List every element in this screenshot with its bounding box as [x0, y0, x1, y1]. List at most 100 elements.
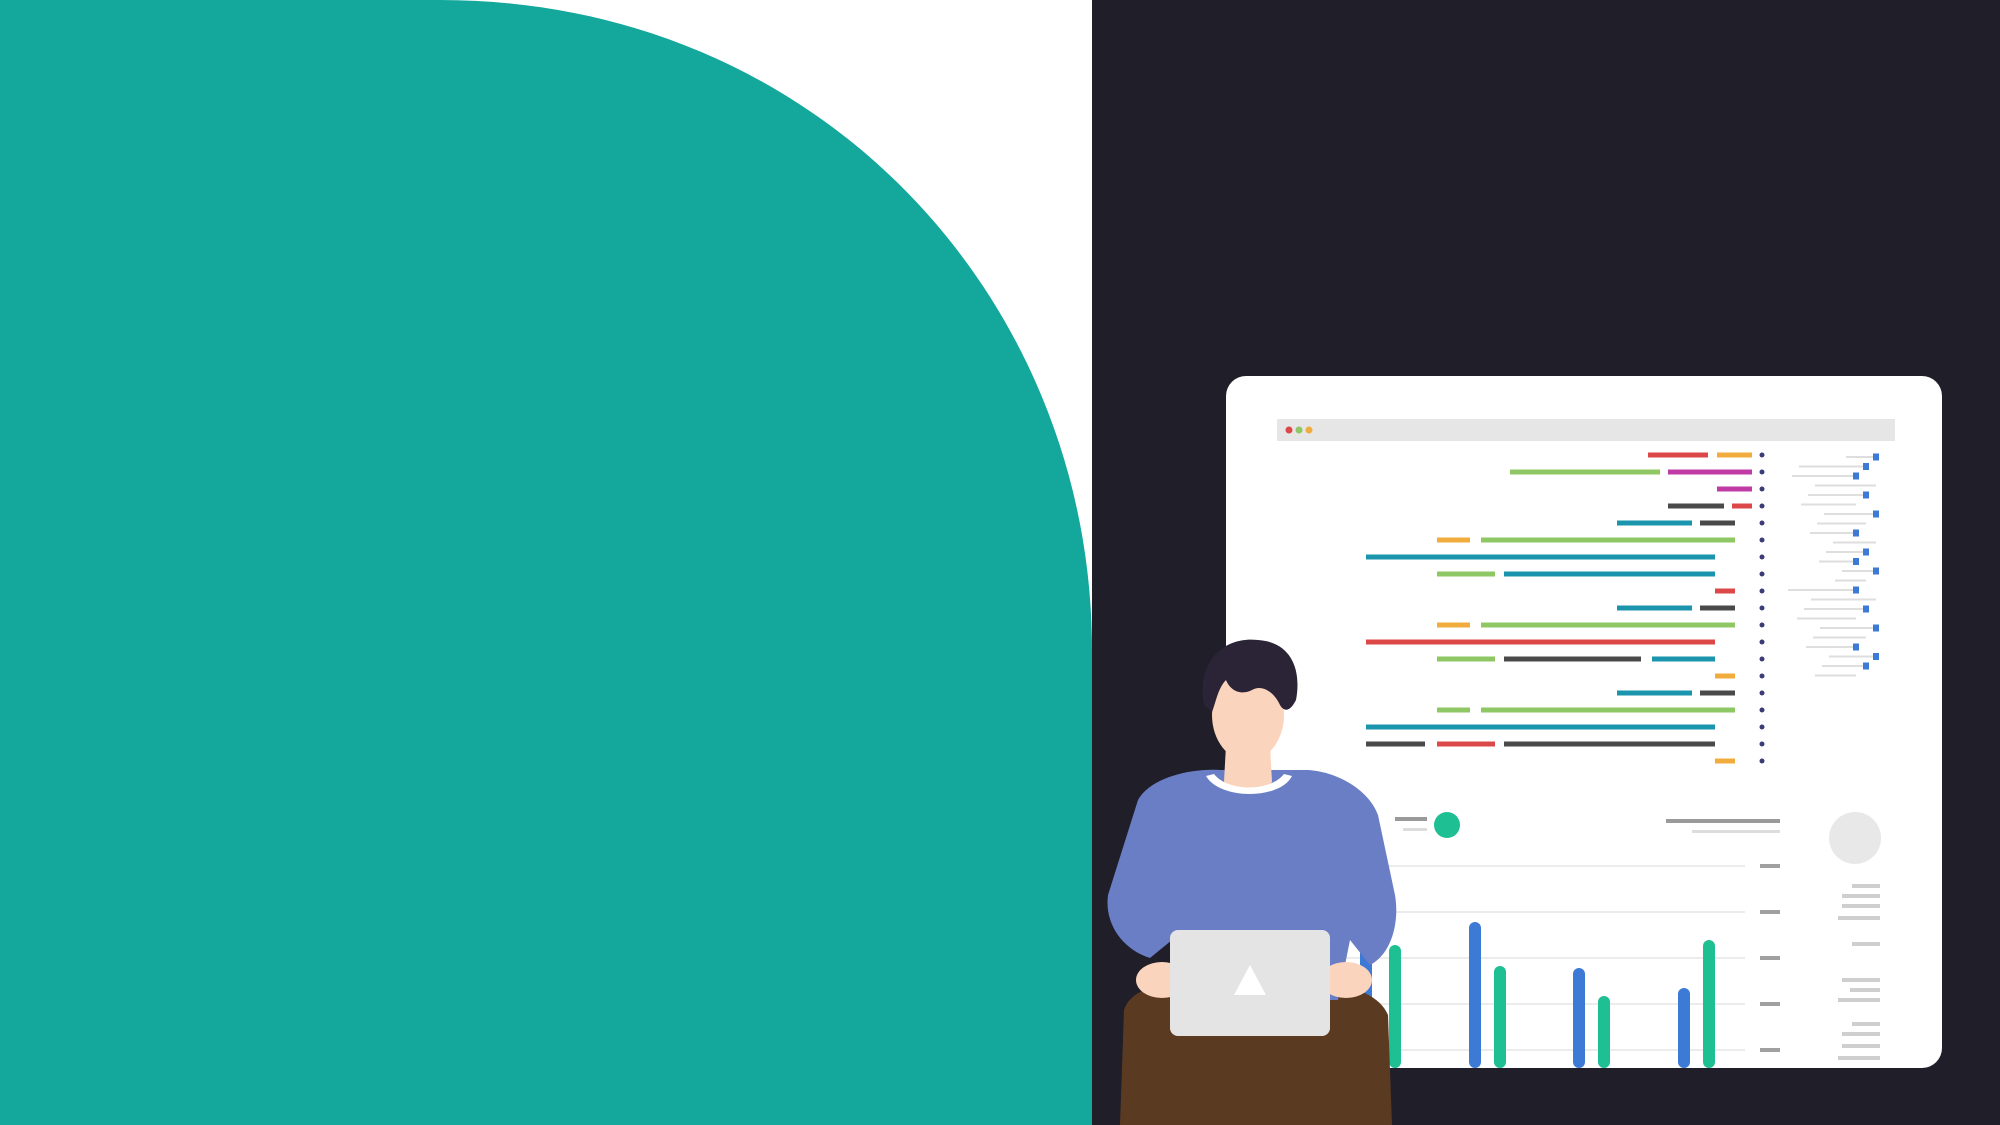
side-list-line	[1850, 988, 1880, 992]
side-list-line	[1842, 1044, 1880, 1048]
code-line-segment	[1717, 452, 1752, 458]
developer-illustration	[1107, 376, 1942, 1125]
code-line-segment	[1617, 605, 1692, 611]
code-line-segment	[1715, 588, 1735, 594]
line-marker-dot	[1759, 690, 1765, 696]
chart-bar	[1703, 940, 1715, 1068]
minimap-marker	[1863, 548, 1869, 556]
minimap-line	[1826, 551, 1866, 553]
code-line-segment	[1366, 554, 1715, 560]
line-marker-dot	[1759, 571, 1765, 577]
minimap-marker	[1873, 624, 1879, 632]
minimap-line	[1797, 617, 1856, 620]
minimap-line	[1842, 570, 1876, 572]
code-line-segment	[1366, 741, 1425, 747]
minimap-line	[1808, 494, 1866, 496]
code-line-segment	[1732, 503, 1752, 509]
line-marker-dot	[1759, 537, 1765, 543]
code-line-segment	[1668, 503, 1724, 509]
line-marker-dot	[1759, 588, 1765, 594]
minimap-marker	[1873, 510, 1879, 518]
line-marker-dot	[1759, 741, 1765, 747]
line-marker-dot	[1759, 469, 1765, 475]
hero-banner	[0, 0, 2000, 1125]
line-marker-dot	[1759, 486, 1765, 492]
line-marker-dot	[1759, 639, 1765, 645]
minimap-line	[1813, 636, 1866, 639]
minimap-marker	[1873, 653, 1879, 660]
code-line-segment	[1700, 605, 1735, 611]
minimap-line	[1801, 503, 1856, 506]
chart-tick-mark	[1760, 1048, 1780, 1052]
code-line-segment	[1617, 520, 1692, 526]
code-line-segment	[1481, 707, 1735, 713]
minimap-line	[1824, 513, 1876, 515]
minimap-line	[1833, 541, 1876, 544]
code-line-segment	[1648, 452, 1708, 458]
minimap-marker	[1853, 558, 1859, 565]
side-list-line	[1838, 1056, 1880, 1060]
minimap-marker	[1853, 643, 1859, 651]
green-dot-icon	[1295, 426, 1303, 434]
line-marker-dot	[1759, 452, 1765, 458]
line-marker-dot	[1759, 673, 1765, 679]
minimap-line	[1810, 532, 1856, 534]
code-line-segment	[1504, 741, 1715, 747]
side-list-line	[1842, 1032, 1880, 1036]
code-line-segment	[1366, 724, 1715, 730]
chart-tick-mark	[1760, 910, 1780, 914]
minimap-marker	[1863, 463, 1869, 470]
side-list-line	[1838, 916, 1880, 920]
chart-bar	[1389, 945, 1401, 1068]
line-marker-dot	[1759, 622, 1765, 628]
code-line-segment	[1437, 571, 1495, 577]
minimap-marker	[1863, 605, 1869, 613]
avatar-placeholder	[1829, 812, 1881, 864]
code-line-segment	[1437, 622, 1470, 628]
chart-bar	[1494, 966, 1506, 1068]
minimap-line	[1819, 560, 1856, 563]
code-line-segment	[1700, 690, 1735, 696]
chart-tick-mark	[1760, 864, 1780, 868]
minimap-line	[1804, 608, 1866, 610]
minimap-line	[1815, 674, 1856, 677]
side-list-line	[1852, 942, 1880, 946]
code-line-segment	[1715, 758, 1735, 764]
minimap-line	[1799, 465, 1866, 468]
chart-bar	[1573, 968, 1585, 1068]
code-line-segment	[1617, 690, 1692, 696]
code-line-segment	[1504, 656, 1641, 662]
code-line-segment	[1437, 707, 1470, 713]
red-dot-icon	[1285, 426, 1293, 434]
chart-bar	[1678, 988, 1690, 1068]
line-marker-dot	[1759, 503, 1765, 509]
minimap-line	[1820, 627, 1876, 629]
minimap-line	[1846, 456, 1876, 458]
yellow-dot-icon	[1305, 426, 1313, 434]
code-line-segment	[1366, 639, 1715, 645]
chart-tick-mark	[1760, 956, 1780, 960]
minimap-marker	[1853, 472, 1859, 480]
line-marker-dot	[1759, 656, 1765, 662]
chart-bar	[1598, 996, 1610, 1068]
code-line-segment	[1437, 656, 1495, 662]
minimap-line	[1811, 598, 1876, 601]
minimap-marker	[1853, 529, 1859, 537]
minimap-marker	[1863, 491, 1869, 499]
code-line-segment	[1715, 673, 1735, 679]
minimap-marker	[1873, 453, 1879, 461]
minimap-line	[1792, 475, 1856, 477]
side-list-line	[1842, 894, 1880, 898]
line-marker-dot	[1759, 605, 1765, 611]
minimap-marker	[1863, 662, 1869, 670]
minimap-marker	[1853, 586, 1859, 594]
code-line-segment	[1481, 537, 1735, 543]
code-line-segment	[1668, 469, 1752, 475]
code-line-segment	[1481, 622, 1735, 628]
minimap-line	[1788, 589, 1856, 591]
minimap-line	[1835, 579, 1866, 582]
code-line-segment	[1510, 469, 1660, 475]
side-list-line	[1842, 904, 1880, 908]
minimap-line	[1817, 522, 1866, 525]
line-marker-dot	[1759, 520, 1765, 526]
